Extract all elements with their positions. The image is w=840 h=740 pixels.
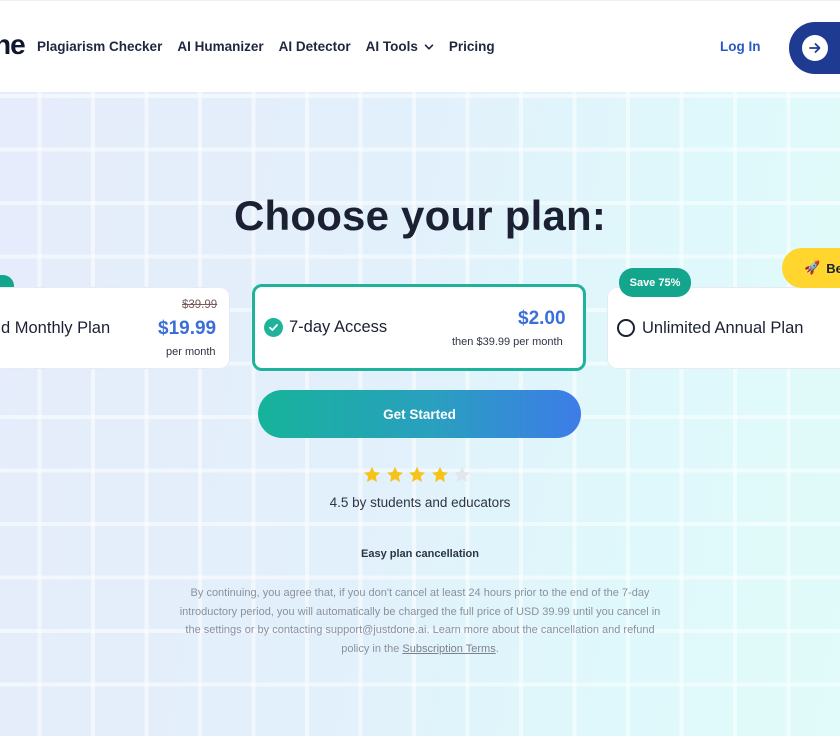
legal-disclaimer: By continuing, you agree that, if you do… xyxy=(175,584,665,658)
nav-label: AI Tools xyxy=(365,39,418,54)
rating-text: 4.5 by students and educators xyxy=(329,495,511,510)
arrow-right-icon xyxy=(802,35,828,61)
save-badge: Save 75% xyxy=(619,268,691,297)
plan-price: $2.00 xyxy=(518,308,566,329)
top-header: ne Plagiarism Checker AI Humanizer AI De… xyxy=(0,0,840,92)
nav-label: AI Humanizer xyxy=(177,39,264,54)
check-circle-icon xyxy=(264,318,283,337)
rocket-icon: 🚀 xyxy=(804,260,821,275)
login-link[interactable]: Log In xyxy=(720,39,761,54)
nav-ai-detector[interactable]: AI Detector xyxy=(279,39,351,54)
plan-name: d Monthly Plan xyxy=(1,319,111,337)
nav-pricing[interactable]: Pricing xyxy=(449,39,495,54)
star-filled-icon xyxy=(386,466,403,482)
page-bottom-edge xyxy=(0,736,840,740)
nav-ai-tools[interactable]: AI Tools xyxy=(366,39,434,54)
legal-suffix: . xyxy=(495,642,499,655)
chevron-down-icon xyxy=(424,43,434,50)
get-started-button[interactable]: Get Started xyxy=(258,390,581,438)
subscription-terms-link[interactable]: Subscription Terms xyxy=(402,643,495,655)
logo[interactable]: ne xyxy=(0,29,26,61)
plan-name: 7-day Access xyxy=(289,318,388,336)
star-filled-icon xyxy=(409,466,425,482)
price-subtext: then $39.99 per month xyxy=(452,336,563,348)
plan-card-annual[interactable]: Unlimited Annual Plan xyxy=(607,287,840,369)
nav-label: Plagiarism Checker xyxy=(37,39,163,54)
nav-label: AI Detector xyxy=(278,39,351,54)
nav-ai-humanizer[interactable]: AI Humanizer xyxy=(177,39,263,54)
plan-price: $19.99 xyxy=(158,318,217,339)
plan-name: Unlimited Annual Plan xyxy=(642,319,804,337)
star-empty-icon xyxy=(454,466,470,482)
radio-unselected-icon xyxy=(617,319,635,337)
cancellation-note: Easy plan cancellation xyxy=(361,548,479,560)
star-filled-icon xyxy=(364,466,380,482)
header-cta-button[interactable] xyxy=(789,22,840,74)
badge-label: Be xyxy=(826,260,840,276)
nav-plagiarism-checker[interactable]: Plagiarism Checker xyxy=(37,39,162,54)
rating-stars xyxy=(362,465,475,485)
main-nav: Plagiarism Checker AI Humanizer AI Detec… xyxy=(37,39,510,54)
plan-card-7-day[interactable]: 7-day Access $2.00 then $39.99 per month xyxy=(252,284,586,371)
star-filled-icon xyxy=(431,466,448,482)
best-value-badge: 🚀 Be xyxy=(782,248,840,288)
page-title: Choose your plan: xyxy=(233,192,607,239)
plan-card-monthly[interactable]: d Monthly Plan $39.99 $19.99 per month xyxy=(0,287,230,369)
price-subtext: per month xyxy=(166,346,216,358)
old-price: $39.99 xyxy=(182,299,218,311)
nav-label: Pricing xyxy=(448,39,495,54)
